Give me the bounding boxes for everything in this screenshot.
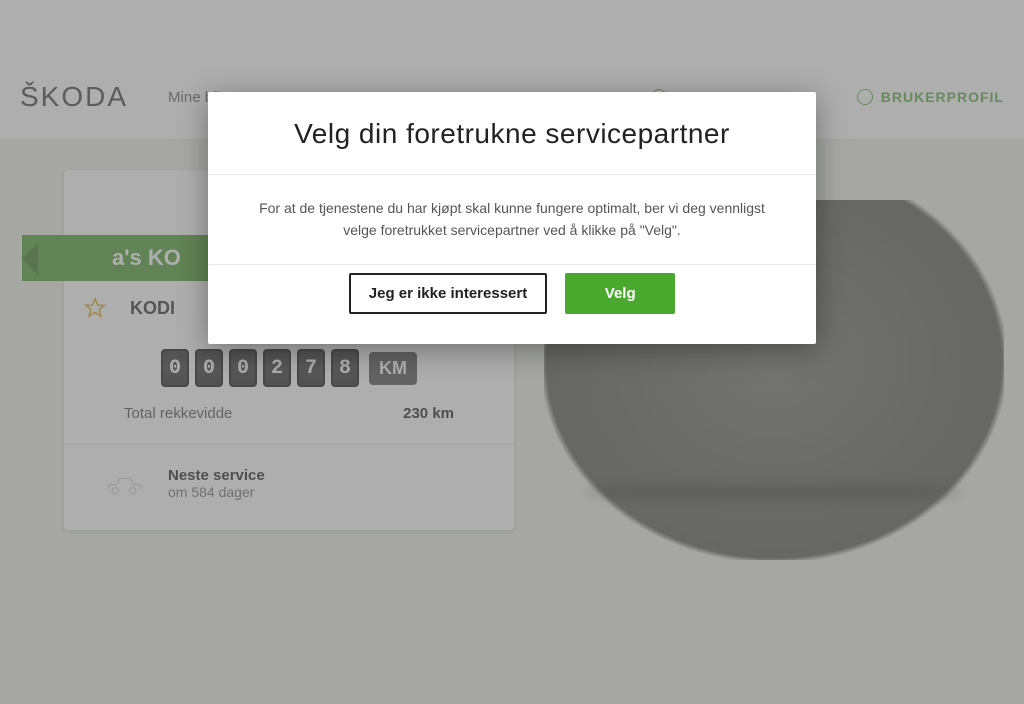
modal-title: Velg din foretrukne servicepartner	[208, 92, 816, 174]
dismiss-button[interactable]: Jeg er ikke interessert	[349, 273, 547, 314]
modal-actions: Jeg er ikke interessert Velg	[208, 265, 816, 344]
modal-body: For at de tjenestene du har kjøpt skal k…	[208, 175, 816, 264]
select-service-partner-modal: Velg din foretrukne servicepartner For a…	[208, 92, 816, 344]
confirm-button[interactable]: Velg	[565, 273, 675, 314]
